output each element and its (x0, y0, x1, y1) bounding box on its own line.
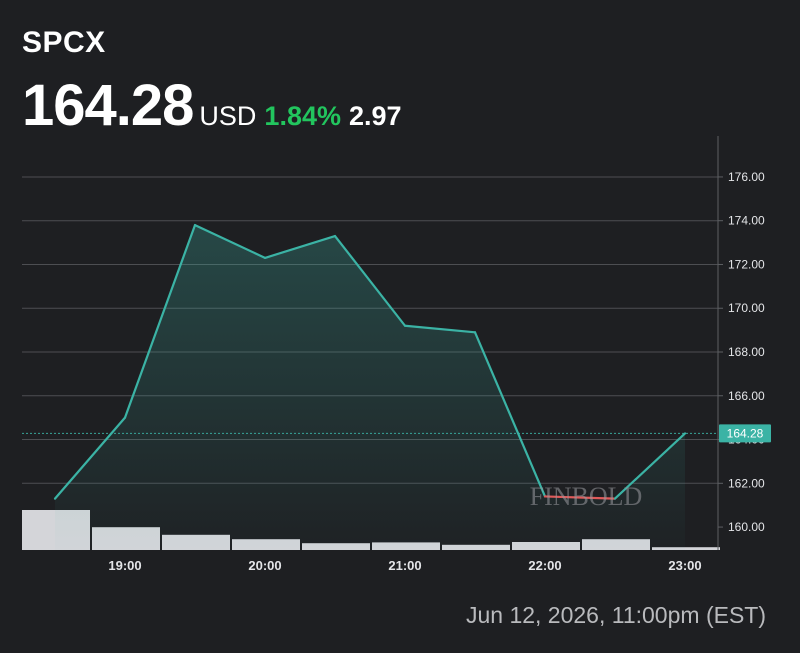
current-price: 164.28 (22, 73, 194, 138)
x-tick-label: 22:00 (528, 558, 561, 573)
price-chart: FINBOLD 160.00162.00164.00166.00168.0017… (22, 136, 771, 573)
x-tick-label: 23:00 (668, 558, 701, 573)
y-tick-label: 172.00 (728, 257, 765, 271)
y-tick-label: 168.00 (728, 345, 765, 359)
y-tick-label: 166.00 (728, 389, 765, 403)
ticker-symbol: SPCX (22, 26, 106, 59)
last-price-label: 164.28 (727, 426, 764, 440)
timestamp: Jun 12, 2026, 11:00pm (EST) (465, 602, 766, 628)
change-absolute: 2.97 (348, 101, 402, 131)
y-tick-label: 160.00 (728, 520, 765, 534)
x-axis: 19:00 20:00 21:00 22:00 23:00 (108, 558, 701, 573)
x-tick-label: 19:00 (108, 558, 141, 573)
watermark: FINBOLD (530, 482, 643, 511)
y-tick-label: 162.00 (728, 476, 765, 490)
watermark-text: FINBOLD (530, 482, 643, 511)
y-axis: 160.00162.00164.00166.00168.00170.00172.… (717, 136, 765, 550)
y-tick-label: 176.00 (728, 170, 765, 184)
x-tick-label: 21:00 (388, 558, 421, 573)
y-tick-label: 170.00 (728, 301, 765, 315)
y-tick-label: 174.00 (728, 214, 765, 228)
price-row: 164.28 USD 1.84% 2.97 (22, 72, 402, 139)
change-percent: 1.84% (264, 101, 341, 131)
currency-label: USD (199, 101, 257, 131)
x-tick-label: 20:00 (248, 558, 281, 573)
